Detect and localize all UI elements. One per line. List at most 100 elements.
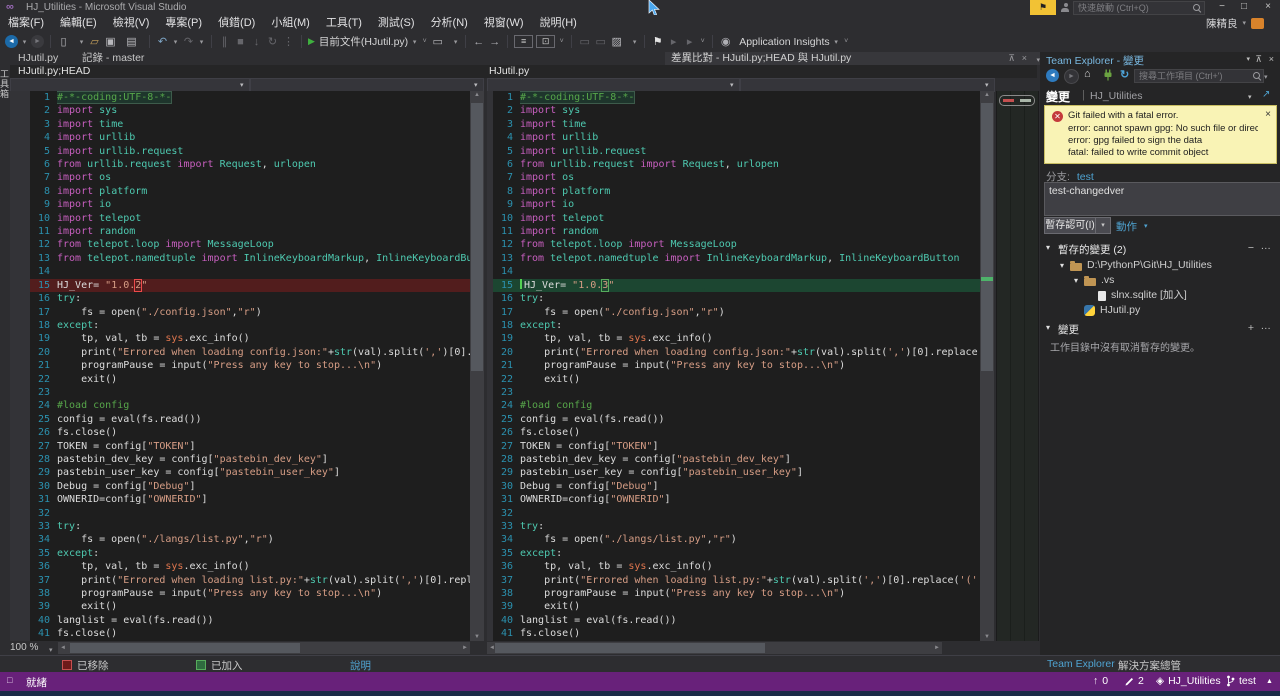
back-button[interactable]: ◄	[1046, 69, 1059, 82]
code-line-left-28[interactable]: 28pastebin_dev_key = config["pastebin_de…	[10, 453, 470, 466]
inline-view-toggle-icon[interactable]: ≡	[514, 35, 533, 48]
code-line-right-40[interactable]: 40langlist = eval(fs.read())	[487, 614, 980, 627]
code-line-left-9[interactable]: 9import io	[10, 198, 470, 211]
code-line-right-22[interactable]: 22 exit()	[487, 373, 980, 386]
search-dropdown-icon[interactable]: ▾	[1264, 73, 1268, 81]
menu-item[interactable]: 分析(N)	[423, 15, 476, 31]
previous-bookmark-icon[interactable]: ▸	[667, 35, 680, 48]
user-dropdown-icon[interactable]: ▾	[1242, 19, 1246, 27]
code-line-left-4[interactable]: 4import urllib	[10, 131, 470, 144]
repository-indicator[interactable]: ◈ HJ_Utilities	[1156, 675, 1221, 687]
dismiss-error-icon[interactable]: ×	[1265, 109, 1271, 120]
code-line-right-38[interactable]: 38 programPause = input("Press any key t…	[487, 587, 980, 600]
code-line-right-14[interactable]: 14	[487, 265, 980, 278]
left-type-dropdown[interactable]: ▾	[10, 78, 250, 92]
toolbar-overflow-2-icon[interactable]: ˅	[843, 38, 850, 45]
code-line-left-36[interactable]: 36 tp, val, tb = sys.exc_info()	[10, 560, 470, 573]
diff-right-editor[interactable]: 1#-*-coding:UTF-8-*-2import sys3import t…	[487, 91, 980, 641]
code-line-left-30[interactable]: 30Debug = config["Debug"]	[10, 480, 470, 493]
commit-message-input[interactable]: test-changedver	[1044, 182, 1280, 216]
code-line-right-9[interactable]: 9import io	[487, 198, 980, 211]
code-line-left-26[interactable]: 26fs.close()	[10, 426, 470, 439]
application-insights-dropdown[interactable]: ▾	[833, 38, 840, 46]
code-line-right-36[interactable]: 36 tp, val, tb = sys.exc_info()	[487, 560, 980, 573]
pending-changes-indicator[interactable]: 2	[1124, 675, 1144, 687]
save-icon[interactable]: ▣	[104, 35, 117, 48]
code-line-left-41[interactable]: 41fs.close()	[10, 627, 470, 640]
scrollbar-thumb[interactable]	[471, 103, 483, 371]
branch-menu-icon[interactable]: ▲	[1266, 678, 1273, 685]
code-line-left-16[interactable]: 16try:	[10, 292, 470, 305]
code-line-right-29[interactable]: 29pastebin_user_key = config["pastebin_u…	[487, 466, 980, 479]
close-button[interactable]: ×	[1258, 0, 1278, 14]
code-line-right-23[interactable]: 23	[487, 386, 980, 399]
title-bar[interactable]: ∞ HJ_Utilities - Microsoft Visual Studio…	[0, 0, 1280, 15]
synchronize-view-toggle-icon[interactable]: ⊡	[536, 35, 555, 48]
save-all-icon[interactable]: ▤	[125, 35, 138, 48]
tab-team-explorer[interactable]: Team Explorer	[1047, 658, 1115, 670]
left-horizontal-scrollbar[interactable]: ◄ ►	[58, 642, 470, 654]
collapse-icon[interactable]: ▾	[1046, 243, 1056, 252]
code-line-left-19[interactable]: 19 tp, val, tb = sys.exc_info()	[10, 332, 470, 345]
code-line-left-40[interactable]: 40langlist = eval(fs.read())	[10, 614, 470, 627]
scroll-right-icon[interactable]: ►	[934, 642, 940, 654]
scroll-up-icon[interactable]: ▲	[980, 92, 994, 98]
code-line-left-12[interactable]: 12from telepot.loop import MessageLoop	[10, 238, 470, 251]
code-line-left-6[interactable]: 6from urllib.request import Request, url…	[10, 158, 470, 171]
notifications-flag-icon[interactable]: ⚑	[1030, 0, 1056, 15]
navigate-backward-icon[interactable]: ◄	[5, 35, 18, 48]
pin-icon[interactable]: ⊼	[1008, 52, 1015, 65]
code-line-right-3[interactable]: 3import time	[487, 118, 980, 131]
undo-icon[interactable]: ↶	[156, 35, 169, 48]
code-line-right-28[interactable]: 28pastebin_dev_key = config["pastebin_de…	[487, 453, 980, 466]
menu-item[interactable]: 測試(S)	[370, 15, 423, 31]
code-line-left-35[interactable]: 35except:	[10, 547, 470, 560]
code-line-left-13[interactable]: 13from telepot.namedtuple import InlineK…	[10, 252, 470, 265]
code-line-right-2[interactable]: 2import sys	[487, 104, 980, 117]
toolbar-overflow-icon[interactable]: ˅	[421, 38, 428, 45]
staged-changes-section-header[interactable]: ▾ 暫存的變更 (2) − …	[1040, 242, 1280, 257]
application-insights-label[interactable]: Application Insights	[735, 36, 829, 48]
unpushed-commits-indicator[interactable]: ↑ 0	[1093, 675, 1108, 687]
forward-button[interactable]: ►	[1064, 69, 1079, 84]
scrollbar-thumb[interactable]	[495, 643, 765, 653]
code-line-right-31[interactable]: 31OWNERID=config["OWNERID"]	[487, 493, 980, 506]
code-line-left-25[interactable]: 25config = eval(fs.read())	[10, 413, 470, 426]
menu-item[interactable]: 偵錯(D)	[210, 15, 263, 31]
code-line-left-23[interactable]: 23	[10, 386, 470, 399]
code-line-right-6[interactable]: 6from urllib.request import Request, url…	[487, 158, 980, 171]
diff-overview-margin[interactable]	[996, 91, 1039, 641]
code-line-left-15[interactable]: 15HJ_Ver= "1.0.2"	[10, 279, 470, 292]
work-item-search-input[interactable]: 搜尋工作項目 (Ctrl+')	[1134, 69, 1264, 83]
pin-icon[interactable]: ⊼	[1255, 54, 1262, 65]
code-line-right-37[interactable]: 37 print("Errored when loading list.py:"…	[487, 574, 980, 587]
compare-files-icon[interactable]: ▭	[431, 35, 444, 48]
refresh-icon[interactable]: ↻	[1120, 68, 1129, 81]
scrollbar-thumb[interactable]	[981, 103, 993, 371]
code-line-right-24[interactable]: 24#load config	[487, 399, 980, 412]
code-line-right-21[interactable]: 21 programPause = input("Press any key t…	[487, 359, 980, 372]
bookmark-overflow-icon[interactable]: ˅	[699, 38, 706, 45]
code-line-right-25[interactable]: 25config = eval(fs.read())	[487, 413, 980, 426]
code-line-left-21[interactable]: 21 programPause = input("Press any key t…	[10, 359, 470, 372]
code-line-right-7[interactable]: 7import os	[487, 171, 980, 184]
popout-icon[interactable]: ↗	[1262, 89, 1270, 100]
snippet-icon[interactable]: ▨	[610, 35, 623, 48]
tab-diff-compare[interactable]: 差異比對 - HJutil.py;HEAD 與 HJutil.py ⊼ × ▾	[665, 52, 1043, 65]
undo-dropdown[interactable]: ▾	[172, 38, 179, 46]
tree-item[interactable]: ▾D:\PythonP\Git\HJ_Utilities	[1040, 258, 1280, 273]
code-line-right-34[interactable]: 34 fs = open("./langs/list.py","r")	[487, 533, 980, 546]
left-member-dropdown[interactable]: ▾	[250, 78, 484, 92]
next-bookmark-icon[interactable]: ▸	[683, 35, 696, 48]
page-dropdown-icon[interactable]: ▾	[1248, 93, 1252, 101]
user-avatar[interactable]	[1251, 18, 1264, 29]
code-line-right-10[interactable]: 10import telepot	[487, 212, 980, 225]
code-line-right-18[interactable]: 18except:	[487, 319, 980, 332]
account-area[interactable]: 陳精良 ▾	[1206, 15, 1264, 31]
code-line-left-10[interactable]: 10import telepot	[10, 212, 470, 225]
application-insights-icon[interactable]: ◉	[719, 35, 732, 48]
code-line-left-32[interactable]: 32	[10, 507, 470, 520]
previous-difference-icon[interactable]: ←	[472, 36, 485, 48]
menu-item[interactable]: 小組(M)	[263, 15, 318, 31]
code-line-right-4[interactable]: 4import urllib	[487, 131, 980, 144]
